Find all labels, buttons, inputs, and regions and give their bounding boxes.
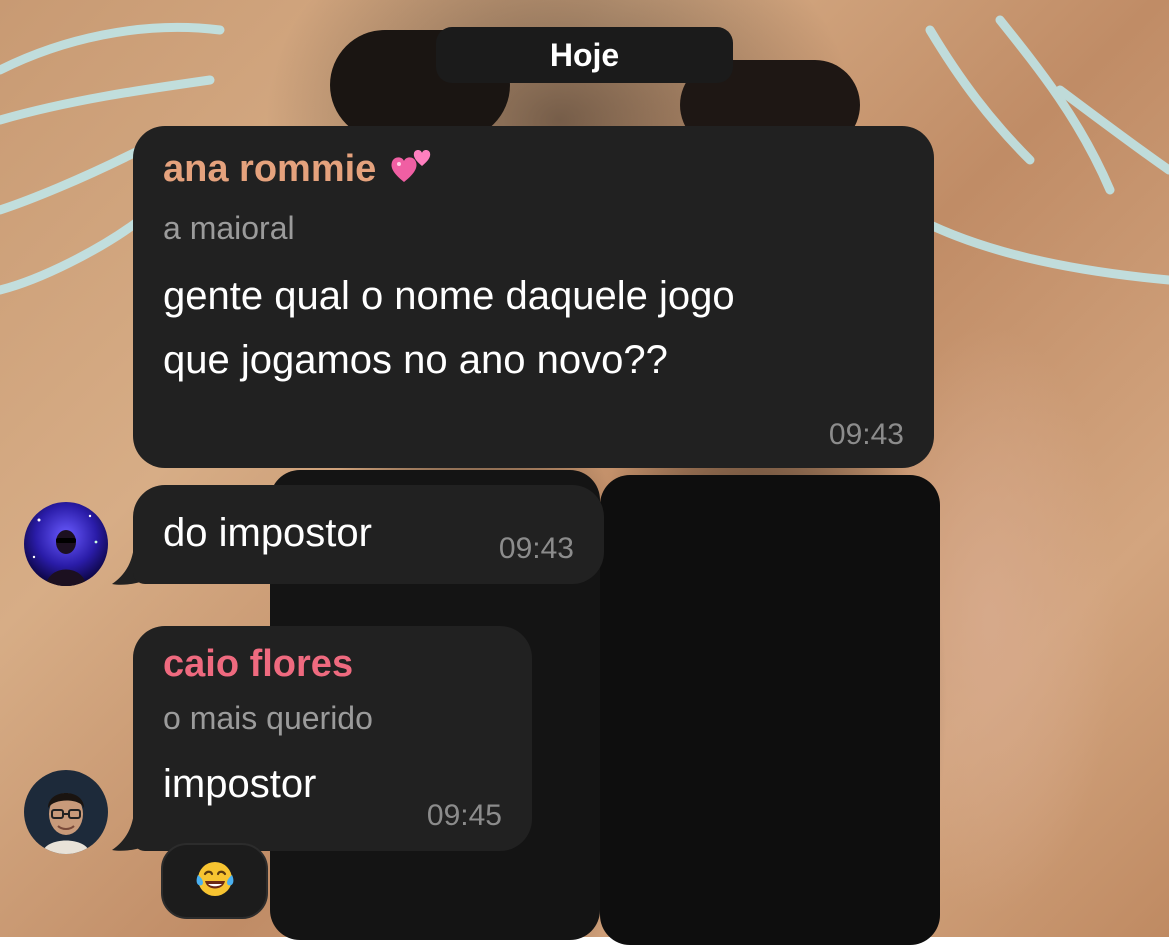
- purple-galaxy-avatar[interactable]: [24, 502, 108, 586]
- message-bubble[interactable]: caio flores o mais querido impostor 09:4…: [133, 626, 532, 851]
- message-line: que jogamos no ano novo??: [163, 338, 668, 382]
- message-text: gente qual o nome daquele jogo que jogam…: [163, 264, 904, 392]
- message-bubble[interactable]: do impostor 09:43: [133, 485, 604, 584]
- reaction-pill[interactable]: [161, 843, 268, 919]
- date-separator: Hoje: [436, 27, 733, 83]
- sender-title: a maioral: [163, 210, 295, 246]
- message-line: gente qual o nome daquele jogo: [163, 274, 735, 318]
- sender-name-row: ana rommie: [163, 144, 904, 194]
- message-time: 09:43: [828, 418, 904, 451]
- man-with-glasses-avatar[interactable]: [24, 770, 108, 854]
- two-hearts-icon: [390, 144, 434, 194]
- sender-title: o mais querido: [163, 700, 373, 736]
- message-time: 09:45: [426, 799, 502, 832]
- message-time: 09:43: [498, 532, 574, 565]
- photo-figure-right: [600, 475, 940, 945]
- sender-name[interactable]: caio flores: [163, 642, 502, 686]
- message-bubble[interactable]: ana rommie a maioral gente qual o nome d…: [133, 126, 934, 468]
- face-with-tears-of-joy-icon: [195, 859, 235, 904]
- sender-name[interactable]: ana rommie: [163, 147, 376, 191]
